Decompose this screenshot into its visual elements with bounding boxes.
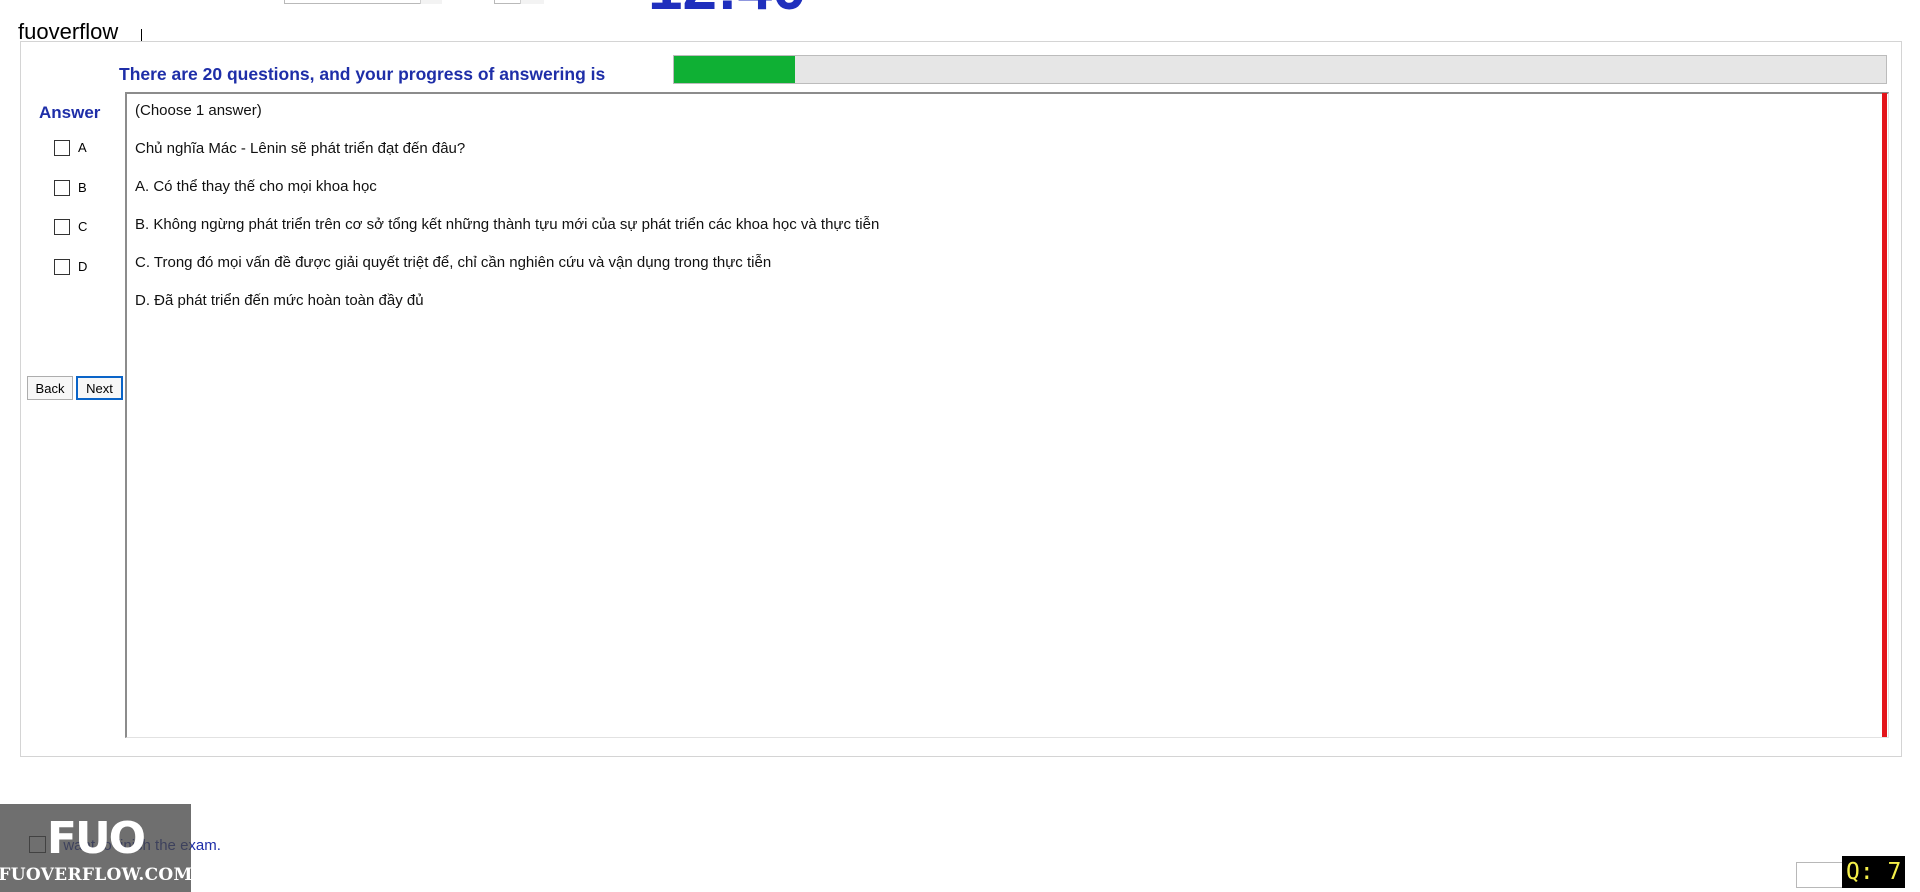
answer-option-label: D	[78, 259, 88, 274]
watermark-site-name: FUOVERFLOW.COM	[0, 865, 193, 885]
exam-timer: 12:40	[648, 0, 807, 20]
answer-option-label: B	[78, 180, 87, 195]
next-button[interactable]: Next	[76, 376, 123, 400]
question-choice-c: C. Trong đó mọi vấn đề được giải quyết t…	[135, 254, 772, 271]
question-counter: Q: 7	[1842, 856, 1906, 888]
answer-option-d[interactable]: D	[54, 258, 87, 276]
answer-checkbox-b[interactable]	[54, 180, 70, 196]
question-text: Chủ nghĩa Mác - Lênin sẽ phát triển đạt …	[135, 140, 466, 157]
watermark-logo: FUO FUOVERFLOW.COM	[0, 804, 193, 892]
back-button[interactable]: Back	[27, 376, 73, 400]
question-choice-d: D. Đã phát triển đến mức hoàn toàn đầy đ…	[135, 292, 424, 309]
question-panel[interactable]	[125, 92, 1889, 738]
question-choice-b: B. Không ngừng phát triển trên cơ sở tổn…	[135, 216, 880, 233]
answer-option-b[interactable]: B	[54, 179, 87, 197]
progress-bar-fill	[674, 56, 796, 83]
progress-label: There are 20 questions, and your progres…	[119, 64, 606, 84]
question-panel-scrollbar[interactable]	[1882, 93, 1887, 737]
answer-option-a[interactable]: A	[54, 139, 87, 157]
answer-checkbox-d[interactable]	[54, 259, 70, 275]
question-choice-a: A. Có thể thay thế cho mọi khoa học	[135, 178, 377, 195]
answer-option-label: A	[78, 140, 87, 155]
answer-heading: Answer	[39, 103, 101, 122]
top-small-box-button[interactable]	[520, 0, 544, 4]
answer-option-c[interactable]: C	[54, 218, 87, 236]
answer-checkbox-a[interactable]	[54, 140, 70, 156]
top-combo-box[interactable]	[284, 0, 442, 4]
top-combo-dropdown-button[interactable]	[420, 0, 442, 4]
answer-checkbox-c[interactable]	[54, 219, 70, 235]
answer-option-label: C	[78, 219, 88, 234]
question-instruction: (Choose 1 answer)	[135, 102, 262, 119]
progress-bar	[673, 55, 1887, 84]
watermark-logo-mark: FUO	[46, 813, 146, 864]
